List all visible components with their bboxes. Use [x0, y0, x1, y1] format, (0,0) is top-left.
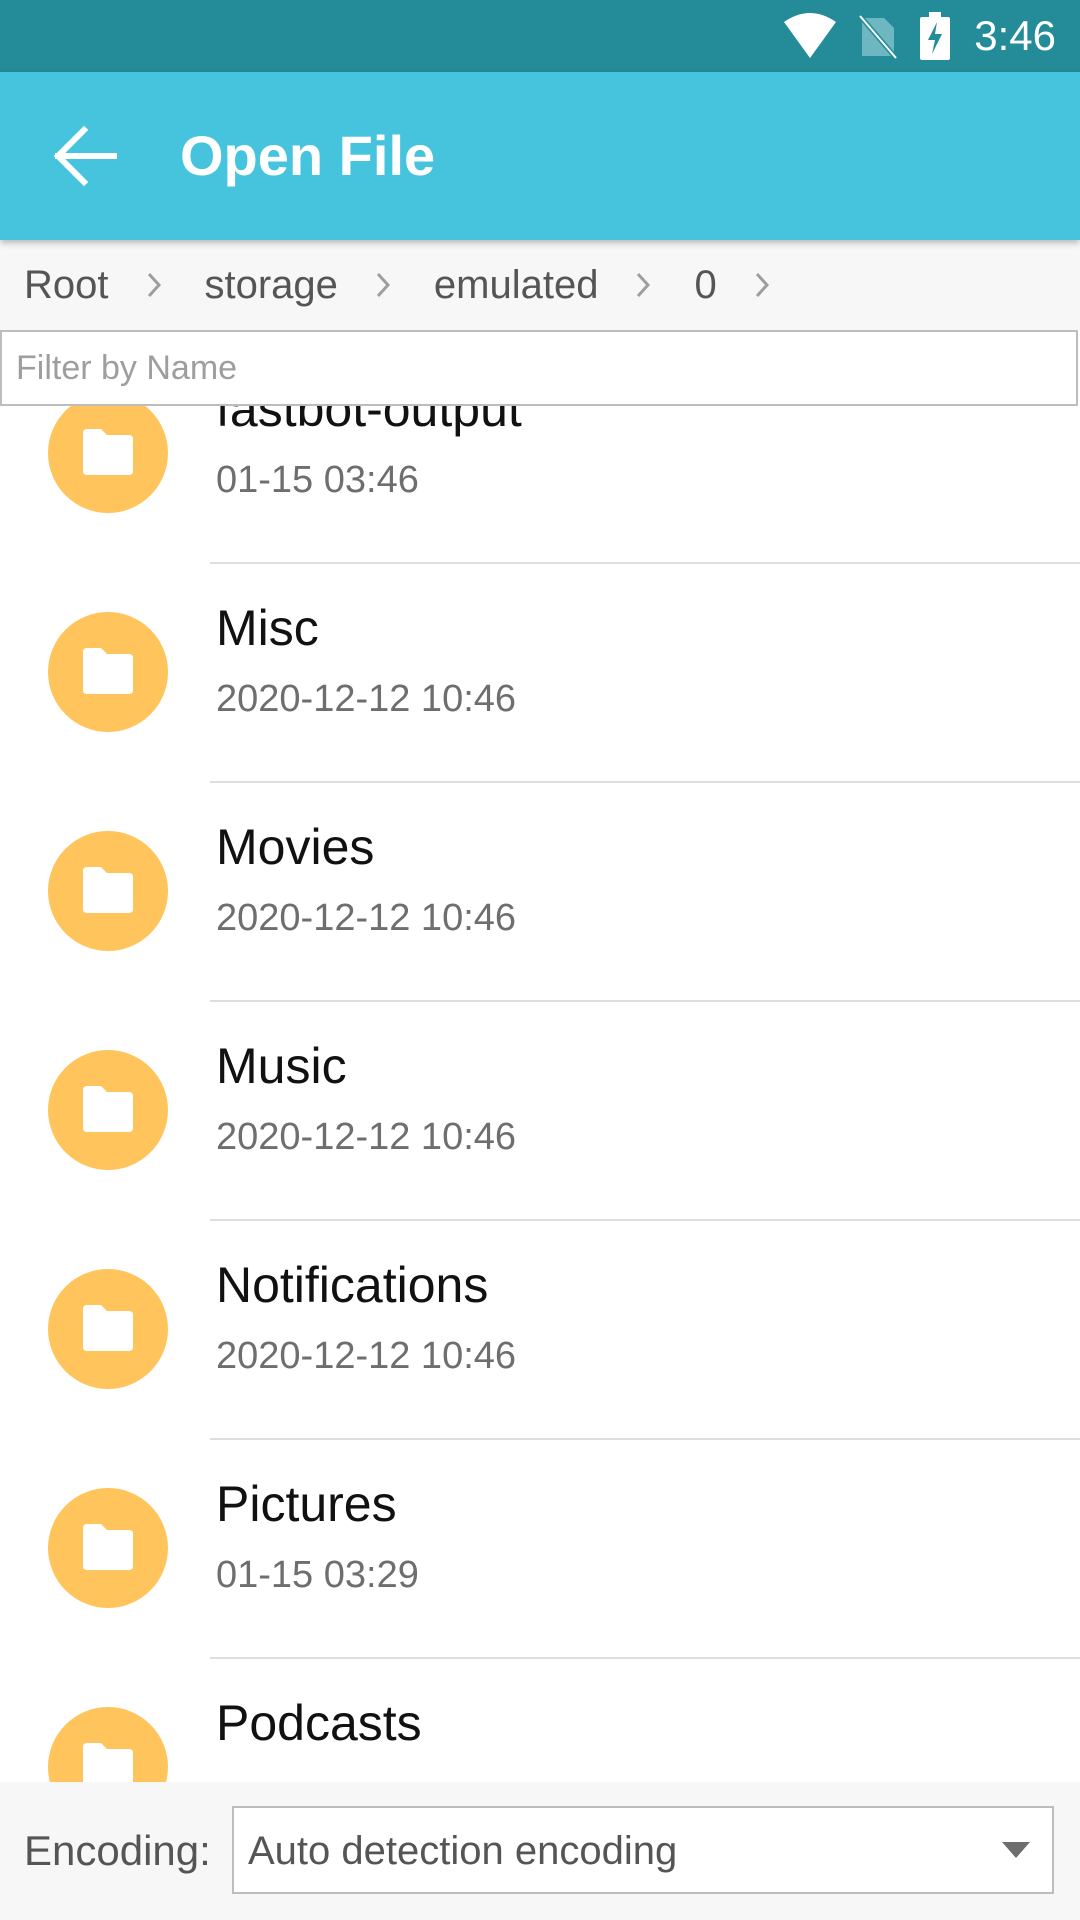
file-date: 2020-12-12 10:46	[216, 1116, 517, 1158]
list-item[interactable]: Misc 2020-12-12 10:46	[0, 564, 1080, 783]
chevron-right-icon	[637, 272, 651, 298]
list-item[interactable]: Movies 2020-12-12 10:46	[0, 783, 1080, 1002]
file-name: Music	[216, 1038, 347, 1094]
file-name: Pictures	[216, 1476, 397, 1532]
folder-icon	[48, 1050, 168, 1170]
chevron-right-icon	[755, 272, 769, 298]
breadcrumb-item-root[interactable]: Root	[0, 240, 109, 330]
filter-box	[0, 330, 1078, 406]
file-name: Misc	[216, 600, 319, 656]
page-title: Open File	[180, 124, 436, 187]
list-item[interactable]: fastbot-output 01-15 03:46	[0, 406, 1080, 564]
no-sim-icon	[858, 14, 898, 60]
list-item[interactable]: Music 2020-12-12 10:46	[0, 1002, 1080, 1221]
encoding-label: Encoding:	[24, 1827, 211, 1874]
file-date: 01-15 03:29	[216, 1554, 419, 1596]
file-name: Notifications	[216, 1257, 489, 1313]
app-bar: Open File	[0, 72, 1080, 240]
file-name: Podcasts	[216, 1695, 422, 1751]
folder-icon	[48, 1269, 168, 1389]
status-bar: 3:46	[0, 0, 1080, 72]
status-time: 3:46	[974, 12, 1056, 59]
encoding-select[interactable]: Auto detection encoding	[232, 1806, 1054, 1894]
list-item[interactable]: Podcasts	[0, 1659, 1080, 1782]
list-item[interactable]: Pictures 01-15 03:29	[0, 1440, 1080, 1659]
file-date: 2020-12-12 10:46	[216, 1335, 517, 1377]
file-name: Movies	[216, 819, 375, 875]
folder-icon	[48, 1707, 168, 1782]
file-name: fastbot-output	[216, 406, 522, 437]
breadcrumb-item-emulated[interactable]: emulated	[410, 240, 599, 330]
file-date: 01-15 03:46	[216, 459, 419, 501]
chevron-right-icon	[376, 272, 390, 298]
encoding-value: Auto detection encoding	[248, 1829, 678, 1873]
filter-input[interactable]	[2, 332, 1076, 404]
breadcrumb-item-0[interactable]: 0	[670, 240, 716, 330]
encoding-bar: Encoding: Auto detection encoding	[0, 1782, 1080, 1920]
file-list-content: fastbot-output 01-15 03:46 Misc 2020-12-…	[0, 406, 1080, 1782]
file-list[interactable]: fastbot-output 01-15 03:46 Misc 2020-12-…	[0, 406, 1080, 1782]
folder-icon	[48, 831, 168, 951]
folder-icon	[48, 1488, 168, 1608]
folder-icon	[48, 406, 168, 513]
folder-icon	[48, 612, 168, 732]
chevron-right-icon	[147, 272, 161, 298]
wifi-icon	[784, 13, 836, 58]
file-date: 2020-12-12 10:46	[216, 678, 517, 720]
battery-charging-icon	[920, 12, 950, 60]
file-date: 2020-12-12 10:46	[216, 897, 517, 939]
dropdown-arrow-icon	[1002, 1842, 1030, 1858]
arrow-back-icon[interactable]	[48, 118, 124, 194]
breadcrumb: Root storage emulated 0	[0, 240, 1080, 330]
breadcrumb-item-storage[interactable]: storage	[181, 240, 338, 330]
list-item[interactable]: Notifications 2020-12-12 10:46	[0, 1221, 1080, 1440]
